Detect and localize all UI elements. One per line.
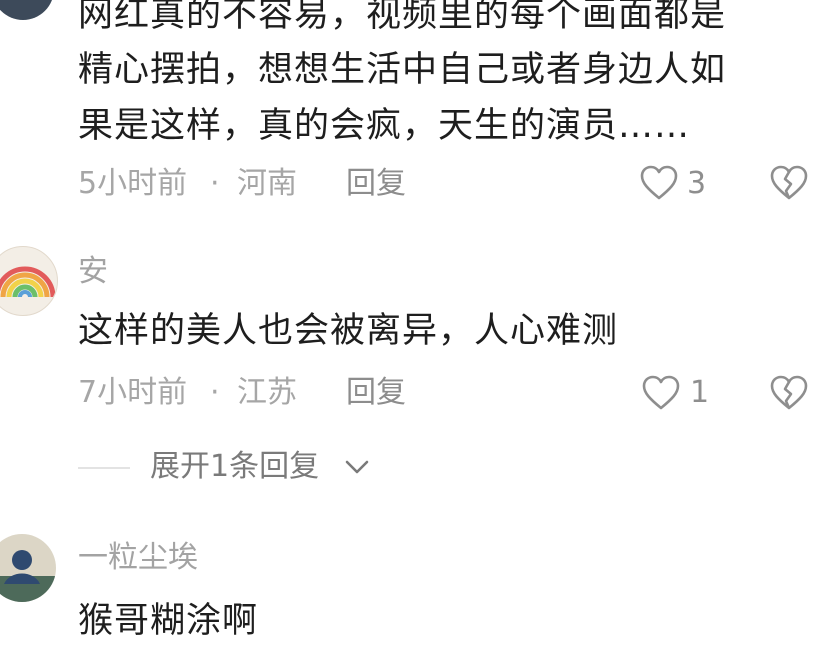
meta-separator: · [210,166,220,201]
avatar-figure-icon [0,550,56,602]
comment-text-line: 果是这样，真的会疯，天生的演员…… [78,106,691,146]
avatar[interactable] [0,0,54,20]
heart-outline-icon[interactable] [639,164,679,202]
reply-button[interactable]: 回复 [346,167,406,201]
expand-replies-button[interactable]: 展开1条回复 [150,450,319,484]
like-count: 3 [687,166,707,201]
heart-outline-icon[interactable] [641,374,681,412]
comment-location: 江苏 [237,375,297,410]
comment-text-line: 猴哥糊涂啊 [78,601,259,641]
avatar[interactable] [0,246,58,316]
username[interactable]: 一粒尘埃 [78,541,198,575]
reply-button[interactable]: 回复 [346,376,406,410]
comment-location: 河南 [237,166,297,201]
chevron-down-icon[interactable] [343,455,371,479]
broken-heart-icon[interactable] [769,164,809,202]
comment-text-line: 这样的美人也会被离异，人心难测 [78,311,619,351]
meta-separator: · [210,375,220,410]
rainbow-icon [0,266,56,298]
like-count: 1 [690,375,710,410]
expand-divider [78,467,130,469]
comment-time: 5小时前 [78,166,188,201]
avatar[interactable] [0,534,56,602]
comment-time: 7小时前 [78,375,188,410]
comment-text-line: 精心摆拍，想想生活中自己或者身边人如 [78,50,727,90]
username[interactable]: 安 [78,255,108,289]
comment-text-line: 网红真的不容易，视频里的每个画面都是 [78,0,727,35]
broken-heart-icon[interactable] [769,374,809,412]
